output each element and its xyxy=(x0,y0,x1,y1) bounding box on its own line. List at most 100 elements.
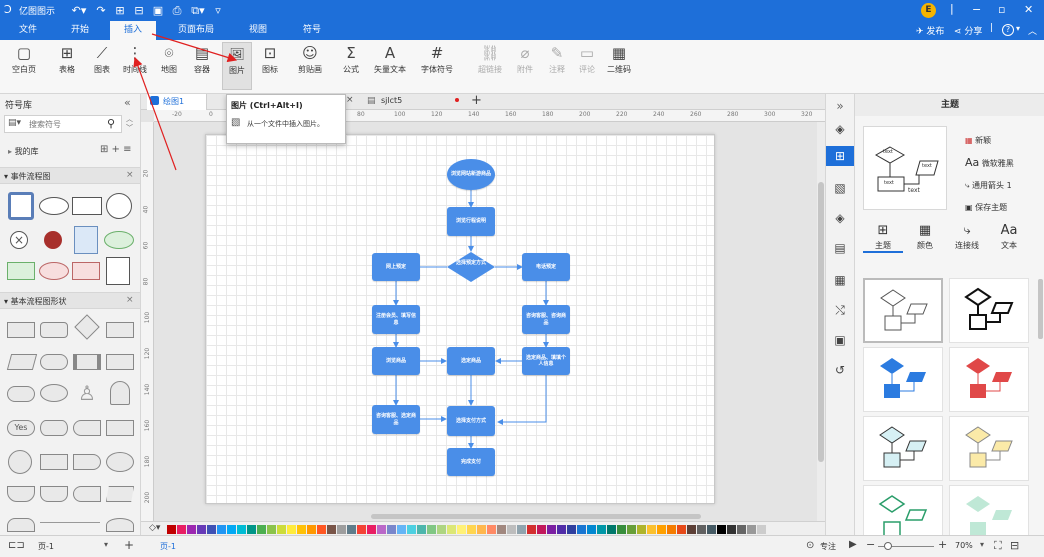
basic-shape-cylinder[interactable] xyxy=(40,420,68,436)
chevron-down-icon[interactable]: ▾ xyxy=(1016,24,1020,33)
color-swatch[interactable] xyxy=(587,525,596,534)
menu-insert[interactable]: 插入 xyxy=(110,21,156,40)
tab-sjlct5[interactable]: ▤ sjlct5 xyxy=(363,94,463,110)
canvas-page[interactable]: 浏览网站新游商品 浏览行程说明 选择预定方式 网上预定 电话预定 注册会员、填写… xyxy=(205,134,715,504)
color-swatch[interactable] xyxy=(397,525,406,534)
fit-page-icon[interactable]: ⛶ xyxy=(994,539,1002,553)
node-consult-phone[interactable]: 咨询客服、咨询商品 xyxy=(522,305,570,334)
minimize-icon[interactable]: − xyxy=(972,3,981,16)
color-swatch[interactable] xyxy=(697,525,706,534)
theme-card-teal[interactable] xyxy=(863,416,943,481)
basic-shape-predefined[interactable] xyxy=(73,354,101,370)
help-icon[interactable]: ? xyxy=(1002,24,1014,36)
color-swatch[interactable] xyxy=(527,525,536,534)
theme-card-red[interactable] xyxy=(949,347,1029,412)
menu-page-layout[interactable]: 页面布局 xyxy=(170,21,222,40)
table-button[interactable]: ⊞ 表格 xyxy=(50,42,84,90)
theme-icon[interactable]: ⊞ xyxy=(826,146,854,166)
page-icon[interactable]: ▤ xyxy=(826,238,854,258)
color-swatch[interactable] xyxy=(517,525,526,534)
node-register[interactable]: 注册会员、填写信息 xyxy=(372,305,420,334)
page-selector[interactable]: 页-1 xyxy=(38,541,54,552)
color-swatch[interactable] xyxy=(267,525,276,534)
collapse-ribbon-icon[interactable]: ︿ xyxy=(1028,24,1037,37)
color-swatch[interactable] xyxy=(377,525,386,534)
color-swatch[interactable] xyxy=(337,525,346,534)
close-section-icon[interactable]: × xyxy=(126,295,134,305)
zoom-out-icon[interactable]: − xyxy=(866,538,875,551)
color-swatch[interactable] xyxy=(717,525,726,534)
container-button[interactable]: ▤ 容器 xyxy=(186,42,218,90)
event-shape-bracket[interactable] xyxy=(8,192,34,220)
event-shape-document[interactable] xyxy=(106,257,130,285)
basic-shape-line[interactable] xyxy=(40,522,100,523)
add-page-icon[interactable]: + xyxy=(124,538,134,552)
color-swatch[interactable] xyxy=(597,525,606,534)
color-swatch[interactable] xyxy=(477,525,486,534)
node-online[interactable]: 网上预定 xyxy=(372,253,420,281)
event-shape-x-circle[interactable]: × xyxy=(10,231,28,249)
chevron-down-icon[interactable]: ▾ xyxy=(104,540,108,549)
color-swatch[interactable] xyxy=(177,525,186,534)
node-browse[interactable]: 浏览行程说明 xyxy=(447,207,495,236)
expand-panel-icon[interactable]: » xyxy=(826,96,854,116)
color-swatch[interactable] xyxy=(417,525,426,534)
basic-shape-ellipse[interactable] xyxy=(40,384,68,402)
color-swatch[interactable] xyxy=(757,525,766,534)
basic-shape-tape[interactable] xyxy=(7,486,35,502)
tab-drawing1[interactable]: 绘图1 xyxy=(147,94,207,110)
color-swatch[interactable] xyxy=(347,525,356,534)
color-swatch[interactable] xyxy=(217,525,226,534)
basic-shape-oval[interactable] xyxy=(106,452,134,472)
color-swatch[interactable] xyxy=(657,525,666,534)
tab-text[interactable]: Aa 文本 xyxy=(989,222,1029,251)
color-swatch[interactable] xyxy=(617,525,626,534)
color-swatch[interactable] xyxy=(277,525,286,534)
color-swatch[interactable] xyxy=(247,525,256,534)
close-icon[interactable]: ✕ xyxy=(1024,3,1033,16)
tab-color[interactable]: ▦ 颜色 xyxy=(905,222,945,251)
collapse-panel-icon[interactable]: « xyxy=(124,96,131,109)
basic-shape-rect[interactable] xyxy=(7,322,35,338)
color-swatch[interactable] xyxy=(727,525,736,534)
my-library-item[interactable]: ▸ 我的库 xyxy=(8,146,39,157)
event-shape-ellipse[interactable] xyxy=(39,197,69,215)
node-consult-choose[interactable]: 咨询客服、选定商品 xyxy=(372,405,420,434)
color-swatch[interactable] xyxy=(627,525,636,534)
basic-shape-person[interactable] xyxy=(110,381,130,405)
color-swatch[interactable] xyxy=(207,525,216,534)
vertical-scrollbar[interactable] xyxy=(817,122,825,521)
fill-bucket-icon[interactable]: ◇▾ xyxy=(149,523,160,533)
basic-shape-circle[interactable] xyxy=(8,450,32,474)
menu-view[interactable]: 视图 xyxy=(238,21,278,40)
node-start[interactable]: 浏览网站新游商品 xyxy=(447,159,495,190)
event-shape-pink-ellipse[interactable] xyxy=(39,262,69,280)
basic-shape-diamond[interactable] xyxy=(74,314,100,340)
basic-shape-parallelogram[interactable] xyxy=(6,354,38,370)
color-swatch[interactable] xyxy=(407,525,416,534)
node-decide[interactable]: 选择预定方式 xyxy=(447,252,495,282)
qrcode-button[interactable]: ▦ 二维码 xyxy=(602,42,636,90)
color-swatch[interactable] xyxy=(437,525,446,534)
formula-button[interactable]: Σ 公式 xyxy=(336,42,366,90)
theme-card-green[interactable] xyxy=(863,485,943,535)
color-swatch[interactable] xyxy=(197,525,206,534)
theme-card-blue[interactable] xyxy=(863,347,943,412)
customize-icon[interactable]: ▿ xyxy=(212,3,224,18)
presentation-icon[interactable]: ▣ xyxy=(826,330,854,350)
node-phone[interactable]: 电话预定 xyxy=(522,253,570,281)
theme-card-mint[interactable] xyxy=(949,485,1029,535)
close-section-icon[interactable]: × xyxy=(126,170,134,180)
basic-shape-stored-data[interactable] xyxy=(73,420,101,436)
menu-file[interactable]: 文件 xyxy=(8,21,48,40)
zoom-slider-handle[interactable] xyxy=(884,542,892,550)
shuffle-icon[interactable]: ⤭ xyxy=(826,300,854,320)
save-theme-button[interactable]: ▣ 保存主题 xyxy=(965,197,1014,219)
theme-scrollbar[interactable] xyxy=(1038,279,1043,339)
color-swatch[interactable] xyxy=(647,525,656,534)
node-choose[interactable]: 选定商品 xyxy=(447,347,495,375)
basic-shape-document[interactable] xyxy=(40,454,68,470)
color-swatch[interactable] xyxy=(687,525,696,534)
image-icon[interactable]: ▧ xyxy=(826,178,854,198)
theme-card-outline[interactable] xyxy=(863,278,943,343)
